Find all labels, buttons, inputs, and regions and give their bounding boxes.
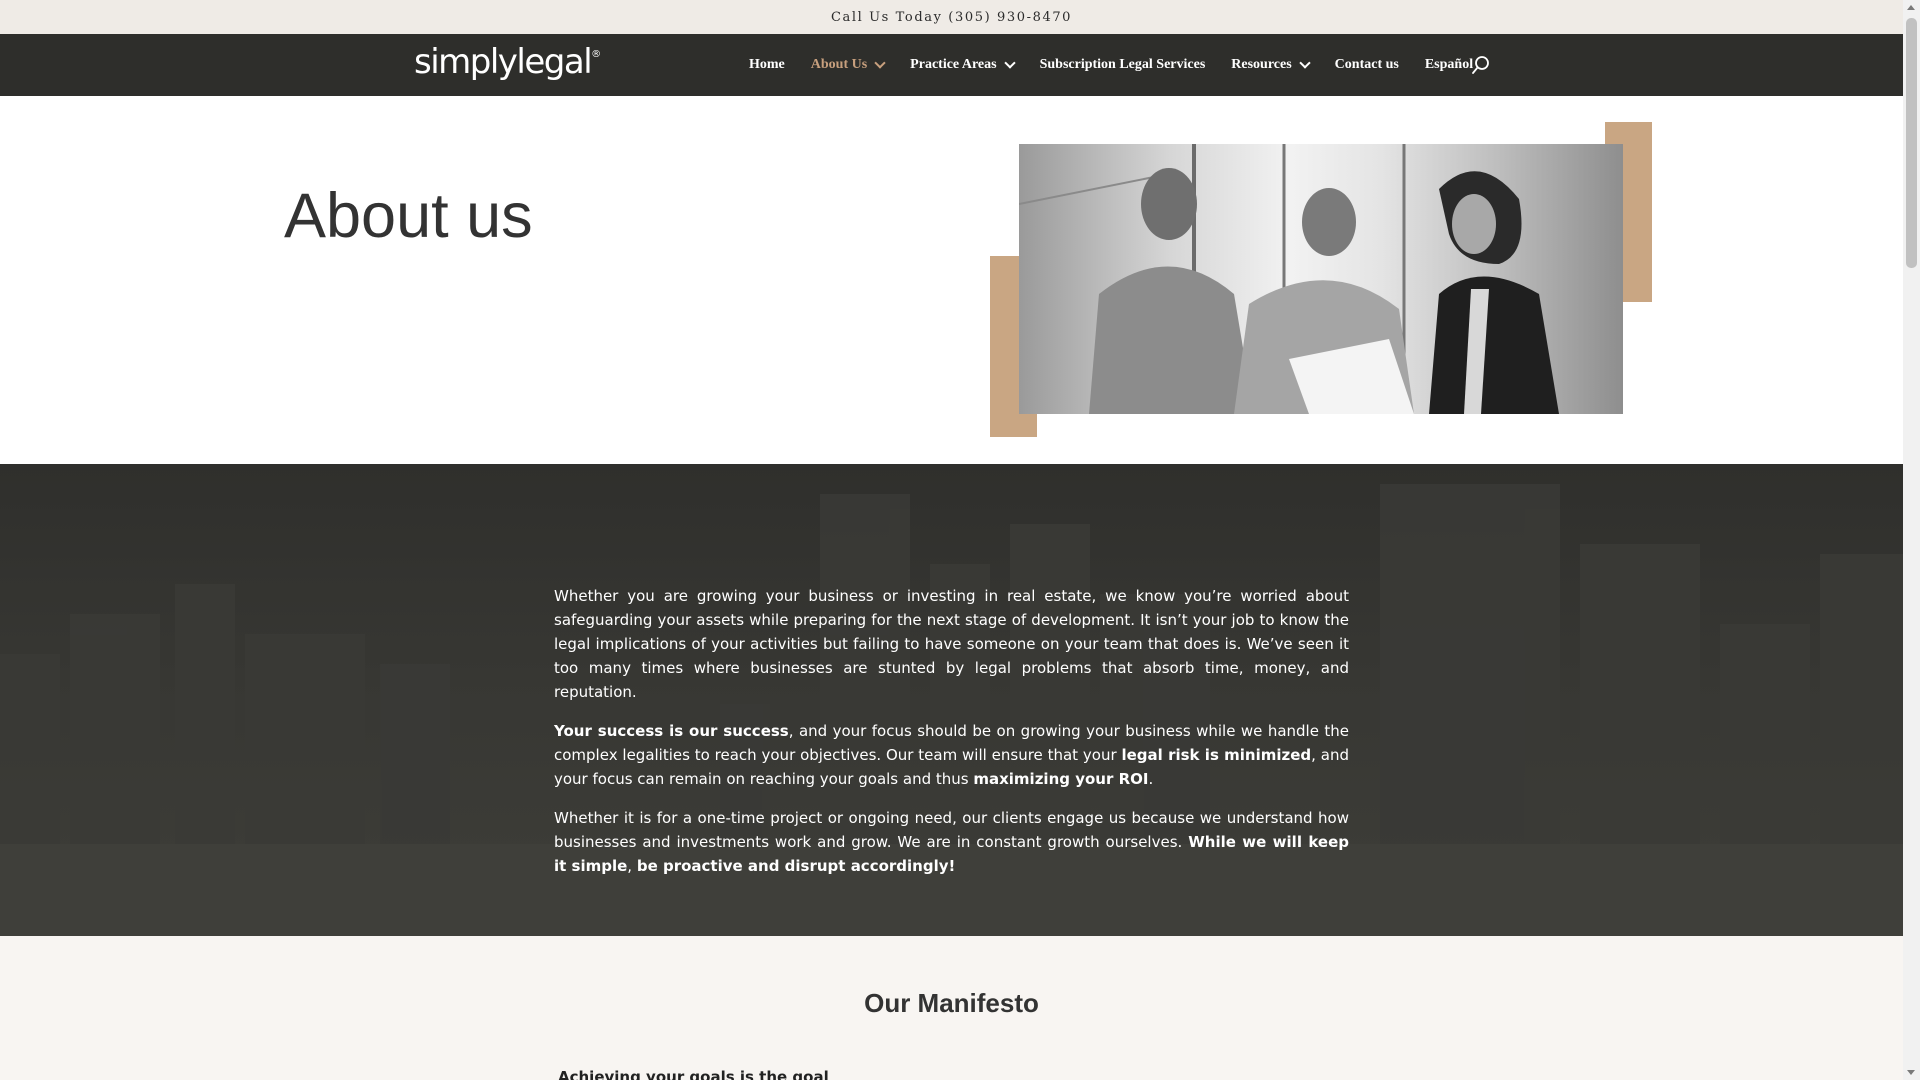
scrollbar-thumb[interactable] — [1906, 18, 1917, 268]
nav-item-home[interactable]: Home — [749, 57, 785, 73]
main-nav: simplylegal® Home About Us Practice Area… — [0, 34, 1903, 96]
text-run: , — [627, 857, 637, 875]
chevron-down-icon — [1299, 57, 1311, 69]
emphasis: maximizing your ROI — [973, 770, 1149, 788]
emphasis: Your success is our success — [554, 722, 789, 740]
page-scrollbar[interactable] — [1903, 0, 1920, 1080]
top-bar: Call Us Today (305) 930-8470 — [0, 0, 1903, 34]
hero-team-photo — [1019, 144, 1623, 414]
nav-item-practice-areas[interactable]: Practice Areas — [910, 57, 1016, 73]
nav-item-espanol[interactable]: Español — [1425, 57, 1473, 73]
hero-photo-illustration — [1019, 144, 1559, 414]
nav-item-about-us[interactable]: About Us — [810, 57, 886, 73]
logo-registered-mark: ® — [591, 48, 602, 60]
intro-section: Whether you are growing your business or… — [0, 464, 1903, 936]
logo[interactable]: simplylegal® — [414, 42, 601, 82]
nav-menu: Home About Us Practice Areas Subscriptio… — [749, 34, 1499, 96]
text-run: . — [1148, 770, 1154, 788]
nav-item-resources[interactable]: Resources — [1231, 57, 1311, 73]
logo-text: simplylegal — [414, 42, 593, 82]
nav-item-label: Contact us — [1334, 57, 1399, 72]
intro-paragraph-3: Whether it is for a one-time project or … — [554, 806, 1349, 878]
search-icon — [1472, 56, 1489, 74]
nav-item-subscription-legal-services[interactable]: Subscription Legal Services — [1040, 57, 1206, 73]
search-button[interactable] — [1470, 54, 1492, 76]
manifesto-subtitle: Achieving your goals is the goal — [558, 1068, 829, 1080]
intro-text: Whether you are growing your business or… — [554, 584, 1349, 893]
nav-item-label: Español — [1424, 57, 1474, 72]
nav-item-label: About Us — [810, 57, 868, 72]
scroll-up-arrow-icon[interactable] — [1907, 5, 1915, 10]
chevron-down-icon — [874, 57, 886, 69]
scroll-down-arrow-icon[interactable] — [1907, 1070, 1915, 1075]
manifesto-title: Our Manifesto — [864, 988, 1039, 1018]
intro-paragraph-2: Your success is our success, and your fo… — [554, 719, 1349, 791]
page: Call Us Today (305) 930-8470 simplylegal… — [0, 0, 1903, 1080]
nav-item-label: Resources — [1231, 57, 1292, 72]
call-us-text[interactable]: Call Us Today (305) 930-8470 — [831, 10, 1072, 25]
chevron-down-icon — [1003, 57, 1016, 69]
manifesto-section: Our Manifesto Achieving your goals is th… — [0, 936, 1903, 1080]
nav-item-contact-us[interactable]: Contact us — [1335, 57, 1399, 73]
emphasis: be proactive and disrupt accordingly! — [636, 857, 956, 875]
nav-item-label: Home — [749, 57, 785, 72]
intro-paragraph-1: Whether you are growing your business or… — [554, 587, 1349, 701]
nav-item-label: Subscription Legal Services — [1039, 57, 1206, 72]
page-title: About us — [284, 181, 533, 251]
emphasis: legal risk is minimized — [1121, 746, 1312, 764]
nav-item-label: Practice Areas — [910, 57, 997, 72]
